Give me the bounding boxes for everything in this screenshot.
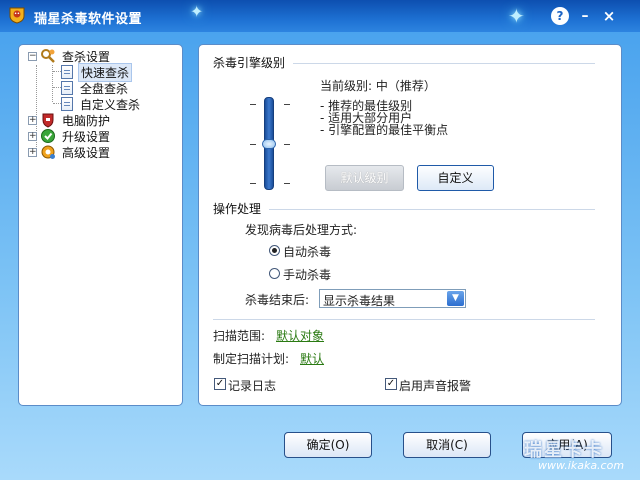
document-icon — [61, 97, 73, 111]
slider-tick — [250, 183, 256, 184]
section-divider — [293, 63, 595, 64]
collapse-icon[interactable]: − — [28, 51, 37, 61]
manual-kill-radio[interactable] — [269, 268, 280, 279]
chevron-down-icon[interactable]: ▼ — [447, 291, 464, 306]
ok-button[interactable]: 确定(O) — [284, 432, 372, 458]
slider-tick — [284, 144, 290, 145]
virus-action-label: 发现病毒后处理方式: — [245, 223, 358, 237]
section-divider — [213, 319, 595, 320]
tree-connector — [53, 87, 61, 88]
watermark-url: www.ikaka.com — [538, 459, 625, 472]
auto-kill-label[interactable]: 自动杀毒 — [283, 243, 331, 260]
tree-item-pc-protection[interactable]: + 电脑防护 — [28, 112, 112, 128]
tree-label: 全盘查杀 — [80, 81, 129, 96]
expand-icon[interactable]: + — [28, 131, 37, 141]
scan-plan-label: 制定扫描计划: — [213, 352, 290, 366]
log-checkbox[interactable]: ✓ — [214, 378, 226, 390]
log-label[interactable]: 记录日志 — [228, 377, 276, 394]
tree-label: 高级设置 — [62, 145, 111, 160]
document-icon — [61, 65, 73, 79]
tree-label: 电脑防护 — [62, 113, 111, 128]
after-scan-value: 显示杀毒结果 — [323, 294, 396, 308]
after-scan-label: 杀毒结束后: — [245, 293, 310, 307]
custom-level-button[interactable]: 自定义 — [417, 165, 494, 191]
after-scan-select[interactable]: 显示杀毒结果 ▼ — [319, 289, 466, 308]
slider-tick — [284, 183, 290, 184]
gear-icon — [41, 145, 55, 159]
sound-alarm-checkbox[interactable]: ✓ — [385, 378, 397, 390]
manual-kill-label[interactable]: 手动杀毒 — [283, 266, 331, 283]
tree-item-advanced-settings[interactable]: + 高级设置 — [28, 144, 112, 160]
close-button[interactable]: × — [600, 7, 618, 25]
settings-window: 瑞星杀毒软件设置 ✦ ✦ ? – × − 查杀设置 快速查杀 全盘查杀 自定义查… — [0, 0, 640, 480]
engine-section-title: 杀毒引擎级别 — [213, 56, 286, 70]
expand-icon[interactable]: + — [28, 115, 37, 125]
scan-range-link[interactable]: 默认对象 — [276, 327, 324, 344]
current-level-text: 当前级别: 中（推荐） — [320, 79, 436, 93]
tree-item-quick-scan[interactable]: 快速查杀 — [61, 62, 133, 82]
tree-connector — [53, 103, 61, 104]
slider-tick — [250, 144, 256, 145]
scan-range-label: 扫描范围: — [213, 329, 266, 343]
scan-plan-link[interactable]: 默认 — [300, 350, 324, 367]
expand-icon[interactable]: + — [28, 147, 37, 157]
tree-label: 升级设置 — [62, 129, 111, 144]
auto-kill-radio[interactable] — [269, 245, 280, 256]
slider-thumb[interactable] — [262, 138, 276, 149]
sparkle-icon: ✦ — [508, 4, 525, 28]
tree-item-full-scan[interactable]: 全盘查杀 — [61, 80, 130, 96]
ikaka-watermark: 瑞星卡卡 www.ikaka.com — [518, 432, 636, 476]
slider-tick — [250, 104, 256, 105]
tree-item-custom-scan[interactable]: 自定义查杀 — [61, 96, 142, 112]
sparkle-icon: ✦ — [190, 2, 204, 21]
operation-section-title: 操作处理 — [213, 202, 262, 216]
shield-icon — [42, 113, 54, 128]
section-divider — [269, 209, 595, 210]
scan-settings-icon — [41, 49, 55, 63]
tree-connector — [53, 71, 61, 72]
rising-lion-icon — [9, 7, 25, 24]
document-icon — [61, 81, 73, 95]
tree-item-update-settings[interactable]: + 升级设置 — [28, 128, 112, 144]
help-button[interactable]: ? — [551, 7, 569, 25]
title-bar[interactable]: 瑞星杀毒软件设置 ✦ ✦ ? – × — [0, 0, 640, 32]
minimize-button[interactable]: – — [576, 7, 594, 25]
default-level-button[interactable]: 默认级别 — [325, 165, 404, 191]
settings-tree-panel: − 查杀设置 快速查杀 全盘查杀 自定义查杀 + 电脑防护 + 升级设置 + 高… — [18, 44, 183, 406]
sound-alarm-label[interactable]: 启用声音报警 — [399, 377, 471, 394]
level-description-3: - 引擎配置的最佳平衡点 — [320, 123, 449, 137]
window-title: 瑞星杀毒软件设置 — [34, 12, 143, 27]
tree-label: 自定义查杀 — [80, 97, 141, 112]
cancel-button[interactable]: 取消(C) — [403, 432, 491, 458]
update-icon — [41, 129, 55, 143]
slider-tick — [284, 104, 290, 105]
